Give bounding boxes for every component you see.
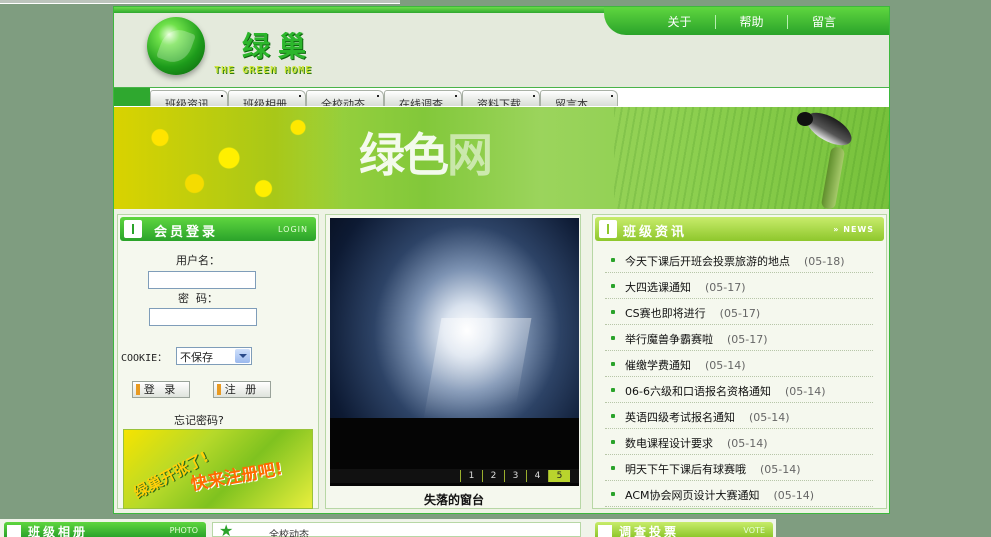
album-title-en: PHOTO — [169, 526, 198, 535]
site-logo-subtitle: THE GREEN HOME — [214, 65, 313, 76]
list-item[interactable]: 举行魔兽争霸赛啦 (05-17) — [605, 325, 873, 351]
top-link-about[interactable]: 关于 — [644, 15, 716, 29]
news-title-text[interactable]: 催缴学费通知 — [625, 359, 691, 372]
username-input[interactable] — [148, 271, 256, 289]
site-header: 关于 帮助 留言 绿巢 THE GREEN HOME — [114, 7, 889, 87]
news-list: 今天下课后开班会投票旅游的地点 (05-18) 大四选课通知 (05-17) CS赛… — [605, 247, 873, 507]
tab-class-news[interactable]: 班级资讯 — [150, 90, 228, 106]
list-item[interactable]: ACM协会网页设计大赛通知 (05-14) — [605, 481, 873, 507]
news-date: (05-14) — [760, 463, 801, 476]
photo-caption: 失落的窗台 — [423, 493, 484, 507]
username-label: 用户名： — [176, 254, 220, 267]
photo-page-2[interactable]: 2 — [482, 470, 504, 482]
list-item[interactable]: 06-6六级和口语报名资格通知 (05-14) — [605, 377, 873, 403]
login-header: 会员登录 LOGIN — [120, 217, 316, 241]
password-input[interactable] — [149, 308, 257, 326]
top-nav: 关于 帮助 留言 — [644, 15, 860, 29]
news-date: (05-18) — [804, 255, 845, 268]
chevron-down-icon[interactable] — [235, 349, 250, 363]
news-date: (05-17) — [719, 307, 761, 320]
news-title: 班级资讯 — [623, 225, 688, 240]
tab-school-news[interactable]: 全校动态 — [306, 90, 384, 106]
banner-image: 绿色网 — [114, 107, 889, 209]
top-link-help[interactable]: 帮助 — [716, 15, 788, 29]
list-item[interactable]: 英语四级考试报名通知 (05-14) — [605, 403, 873, 429]
news-title-text[interactable]: ACM协会网页设计大赛通知 — [625, 489, 760, 502]
section-marker-icon — [598, 525, 612, 537]
news-more-link[interactable]: » NEWS — [833, 225, 874, 234]
news-date: (05-14) — [705, 359, 746, 372]
tab-downloads[interactable]: 资料下载 — [462, 90, 540, 106]
photo-page-4[interactable]: 4 — [526, 470, 548, 482]
news-title-text[interactable]: 大四选课通知 — [625, 281, 691, 294]
featured-photo-panel: 1 2 3 4 5 失落的窗台 — [325, 214, 581, 509]
star-icon: ★ — [219, 521, 234, 537]
banner-text: 绿色网 — [359, 119, 493, 185]
section-marker-icon — [599, 220, 617, 238]
list-item[interactable]: CS赛也即将进行 (05-17) — [605, 299, 873, 325]
login-panel: 会员登录 LOGIN 用户名： 密 码： COOKIE： 不保存 登 录 注 册… — [117, 214, 319, 509]
news-date: (05-17) — [727, 333, 768, 346]
login-title-en: LOGIN — [277, 225, 308, 234]
list-item[interactable]: 大四选课通知 (05-17) — [605, 273, 873, 299]
section-marker-icon — [124, 220, 142, 238]
news-title-en: NEWS — [843, 225, 874, 234]
main-nav: 班级资讯 班级相册 全校动态 在线调查 资料下载 留言本 — [114, 87, 889, 107]
list-item[interactable]: 今天下课后开班会投票旅游的地点 (05-18) — [605, 247, 873, 273]
banner-flowers — [114, 107, 344, 209]
news-title-text[interactable]: 06-6六级和口语报名资格通知 — [625, 385, 771, 398]
page-container: 关于 帮助 留言 绿巢 THE GREEN HOME 班级资讯 班级相册 全校动… — [113, 6, 890, 514]
news-header: 班级资讯 » NEWS — [595, 217, 884, 241]
cookie-label: COOKIE： — [121, 353, 168, 364]
news-date: (05-14) — [749, 411, 790, 424]
news-title-text[interactable]: 明天下午下课后有球赛哦 — [625, 463, 746, 476]
forgot-password-link[interactable]: 忘记密码? — [174, 412, 224, 428]
news-date: (05-14) — [773, 489, 815, 502]
news-date: (05-17) — [705, 281, 746, 294]
bird-head — [797, 112, 813, 126]
news-title-text[interactable]: 今天下课后开班会投票旅游的地点 — [625, 255, 790, 268]
survey-header: 调查投票 VOTE — [595, 522, 773, 537]
register-promo-banner[interactable]: 绿巢开张了! 快来注册吧! — [123, 429, 313, 509]
tab-class-album[interactable]: 班级相册 — [228, 90, 306, 106]
banner-grass — [614, 107, 889, 209]
top-link-guestbook[interactable]: 留言 — [788, 15, 860, 29]
cookie-select[interactable]: 不保存 — [176, 347, 252, 365]
class-news-panel: 班级资讯 » NEWS 今天下课后开班会投票旅游的地点 (05-18) 大四选课通… — [592, 214, 887, 509]
list-item[interactable]: 数电课程设计要求 (05-14) — [605, 429, 873, 455]
school-news-title: 全校动态 — [269, 530, 309, 537]
news-title-text[interactable]: CS赛也即将进行 — [625, 307, 706, 320]
news-date: (05-14) — [727, 437, 768, 450]
login-title: 会员登录 — [154, 225, 219, 240]
album-header: 班级相册 PHOTO — [4, 522, 206, 537]
photo-pager: 1 2 3 4 5 — [460, 470, 570, 482]
photo-page-5[interactable]: 5 — [548, 470, 570, 482]
tab-survey[interactable]: 在线调查 — [384, 90, 462, 106]
news-title-text[interactable]: 数电课程设计要求 — [625, 437, 713, 450]
news-title-text[interactable]: 英语四级考试报名通知 — [625, 411, 735, 424]
section-marker-icon — [7, 525, 21, 537]
album-title: 班级相册 — [28, 525, 89, 537]
featured-photo[interactable] — [330, 218, 579, 486]
school-news-header: ★ 全校动态 — [212, 521, 581, 537]
tab-guestbook[interactable]: 留言本 — [540, 90, 618, 106]
banner-text-main: 绿色 — [359, 128, 449, 182]
news-title-text[interactable]: 举行魔兽争霸赛啦 — [625, 333, 713, 346]
password-label: 密 码： — [178, 292, 218, 305]
survey-title-en: VOTE — [743, 526, 765, 535]
photo-page-3[interactable]: 3 — [504, 470, 526, 482]
nav-active-marker — [114, 88, 150, 106]
photo-page-1[interactable]: 1 — [460, 470, 482, 482]
news-date: (05-14) — [784, 385, 826, 398]
site-logo-title: 绿巢 — [242, 30, 315, 63]
survey-title: 调查投票 — [619, 525, 680, 537]
browser-edge-highlight — [0, 3, 400, 4]
list-item[interactable]: 明天下午下课后有球赛哦 (05-14) — [605, 455, 873, 481]
register-button[interactable]: 注 册 — [213, 381, 271, 398]
banner-text-faded: 网 — [447, 128, 493, 182]
list-item[interactable]: 催缴学费通知 (05-14) — [605, 351, 873, 377]
login-button[interactable]: 登 录 — [132, 381, 190, 398]
double-arrow-icon: » — [833, 225, 840, 234]
cookie-select-value: 不保存 — [180, 351, 213, 364]
